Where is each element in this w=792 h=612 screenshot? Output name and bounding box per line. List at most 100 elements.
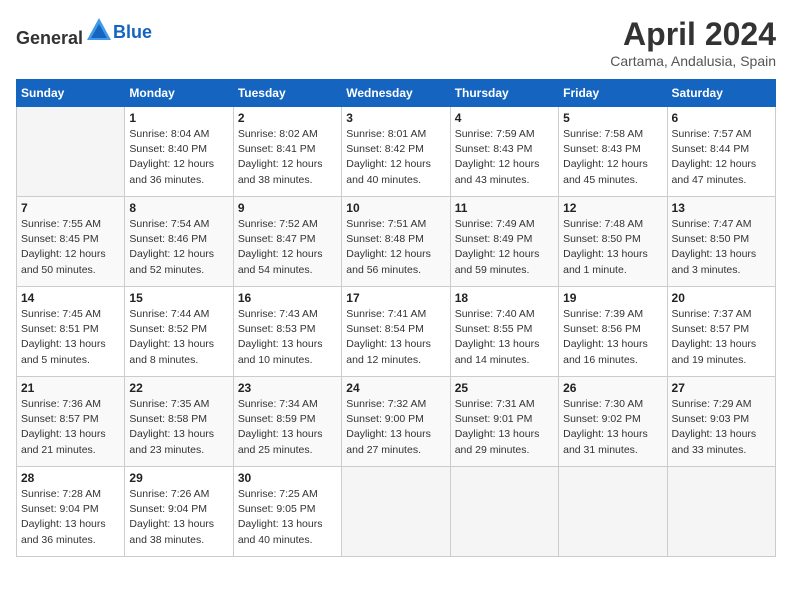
- day-info: Sunrise: 7:32 AMSunset: 9:00 PMDaylight:…: [346, 397, 445, 458]
- day-number: 2: [238, 111, 337, 125]
- calendar-cell: [17, 107, 125, 197]
- day-number: 16: [238, 291, 337, 305]
- calendar-cell: 12 Sunrise: 7:48 AMSunset: 8:50 PMDayligh…: [559, 197, 667, 287]
- calendar-cell: 28 Sunrise: 7:28 AMSunset: 9:04 PMDayligh…: [17, 467, 125, 557]
- day-info: Sunrise: 7:26 AMSunset: 9:04 PMDaylight:…: [129, 487, 228, 548]
- day-info: Sunrise: 7:57 AMSunset: 8:44 PMDaylight:…: [672, 127, 771, 188]
- calendar-cell: 22Sunrise: 7:35 AMSunset: 8:58 PMDayligh…: [125, 377, 233, 467]
- day-info: Sunrise: 8:01 AMSunset: 8:42 PMDaylight:…: [346, 127, 445, 188]
- day-info: Sunrise: 7:28 AMSunset: 9:04 PMDaylight:…: [21, 487, 120, 548]
- day-number: 1: [129, 111, 228, 125]
- calendar-cell: 29 Sunrise: 7:26 AMSunset: 9:04 PMDayligh…: [125, 467, 233, 557]
- calendar-cell: 16 Sunrise: 7:43 AMSunset: 8:53 PMDayligh…: [233, 287, 341, 377]
- day-info: Sunrise: 7:29 AMSunset: 9:03 PMDaylight:…: [672, 397, 771, 458]
- column-header-friday: Friday: [559, 80, 667, 107]
- day-info: Sunrise: 8:04 AMSunset: 8:40 PMDaylight:…: [129, 127, 228, 188]
- day-info: Sunrise: 7:40 AMSunset: 8:55 PMDaylight:…: [455, 307, 554, 368]
- day-info: Sunrise: 7:41 AMSunset: 8:54 PMDaylight:…: [346, 307, 445, 368]
- day-info: Sunrise: 7:52 AMSunset: 8:47 PMDaylight:…: [238, 217, 337, 278]
- day-number: 30: [238, 471, 337, 485]
- location-title: Cartama, Andalusia, Spain: [610, 53, 776, 69]
- day-number: 13: [672, 201, 771, 215]
- day-number: 29: [129, 471, 228, 485]
- calendar-cell: 6 Sunrise: 7:57 AMSunset: 8:44 PMDaylight…: [667, 107, 775, 197]
- week-row-5: 28 Sunrise: 7:28 AMSunset: 9:04 PMDayligh…: [17, 467, 776, 557]
- calendar-cell: 19 Sunrise: 7:39 AMSunset: 8:56 PMDayligh…: [559, 287, 667, 377]
- week-row-2: 7 Sunrise: 7:55 AMSunset: 8:45 PMDaylight…: [17, 197, 776, 287]
- calendar-header-row: SundayMondayTuesdayWednesdayThursdayFrid…: [17, 80, 776, 107]
- calendar-cell: 20 Sunrise: 7:37 AMSunset: 8:57 PMDayligh…: [667, 287, 775, 377]
- calendar-cell: [450, 467, 558, 557]
- day-number: 7: [21, 201, 120, 215]
- calendar-cell: 18 Sunrise: 7:40 AMSunset: 8:55 PMDayligh…: [450, 287, 558, 377]
- day-info: Sunrise: 7:43 AMSunset: 8:53 PMDaylight:…: [238, 307, 337, 368]
- calendar-cell: 9 Sunrise: 7:52 AMSunset: 8:47 PMDaylight…: [233, 197, 341, 287]
- day-info: Sunrise: 7:39 AMSunset: 8:56 PMDaylight:…: [563, 307, 662, 368]
- calendar-table: SundayMondayTuesdayWednesdayThursdayFrid…: [16, 79, 776, 557]
- calendar-cell: 23 Sunrise: 7:34 AMSunset: 8:59 PMDayligh…: [233, 377, 341, 467]
- logo-icon: [85, 16, 113, 44]
- title-block: April 2024 Cartama, Andalusia, Spain: [610, 16, 776, 69]
- day-info: Sunrise: 7:25 AMSunset: 9:05 PMDaylight:…: [238, 487, 337, 548]
- day-info: Sunrise: 8:02 AMSunset: 8:41 PMDaylight:…: [238, 127, 337, 188]
- day-number: 26: [563, 381, 662, 395]
- calendar-cell: 11 Sunrise: 7:49 AMSunset: 8:49 PMDayligh…: [450, 197, 558, 287]
- day-number: 14: [21, 291, 120, 305]
- week-row-3: 14Sunrise: 7:45 AMSunset: 8:51 PMDayligh…: [17, 287, 776, 377]
- calendar-cell: 2 Sunrise: 8:02 AMSunset: 8:41 PMDaylight…: [233, 107, 341, 197]
- page-header: General Blue April 2024 Cartama, Andalus…: [16, 16, 776, 69]
- day-number: 10: [346, 201, 445, 215]
- day-info: Sunrise: 7:34 AMSunset: 8:59 PMDaylight:…: [238, 397, 337, 458]
- day-number: 28: [21, 471, 120, 485]
- day-number: 11: [455, 201, 554, 215]
- day-number: 8: [129, 201, 228, 215]
- calendar-cell: 7 Sunrise: 7:55 AMSunset: 8:45 PMDaylight…: [17, 197, 125, 287]
- day-info: Sunrise: 7:59 AMSunset: 8:43 PMDaylight:…: [455, 127, 554, 188]
- calendar-cell: 13 Sunrise: 7:47 AMSunset: 8:50 PMDayligh…: [667, 197, 775, 287]
- calendar-cell: 4Sunrise: 7:59 AMSunset: 8:43 PMDaylight…: [450, 107, 558, 197]
- calendar-cell: 8 Sunrise: 7:54 AMSunset: 8:46 PMDaylight…: [125, 197, 233, 287]
- day-number: 6: [672, 111, 771, 125]
- calendar-cell: 26 Sunrise: 7:30 AMSunset: 9:02 PMDayligh…: [559, 377, 667, 467]
- calendar-cell: 30 Sunrise: 7:25 AMSunset: 9:05 PMDayligh…: [233, 467, 341, 557]
- day-info: Sunrise: 7:51 AMSunset: 8:48 PMDaylight:…: [346, 217, 445, 278]
- day-number: 22: [129, 381, 228, 395]
- calendar-cell: [342, 467, 450, 557]
- day-info: Sunrise: 7:55 AMSunset: 8:45 PMDaylight:…: [21, 217, 120, 278]
- column-header-tuesday: Tuesday: [233, 80, 341, 107]
- calendar-cell: 1 Sunrise: 8:04 AMSunset: 8:40 PMDaylight…: [125, 107, 233, 197]
- calendar-cell: 17 Sunrise: 7:41 AMSunset: 8:54 PMDayligh…: [342, 287, 450, 377]
- calendar-cell: 14Sunrise: 7:45 AMSunset: 8:51 PMDayligh…: [17, 287, 125, 377]
- day-info: Sunrise: 7:49 AMSunset: 8:49 PMDaylight:…: [455, 217, 554, 278]
- column-header-thursday: Thursday: [450, 80, 558, 107]
- month-title: April 2024: [610, 16, 776, 53]
- column-header-sunday: Sunday: [17, 80, 125, 107]
- day-number: 3: [346, 111, 445, 125]
- day-number: 12: [563, 201, 662, 215]
- day-number: 27: [672, 381, 771, 395]
- calendar-cell: 27 Sunrise: 7:29 AMSunset: 9:03 PMDayligh…: [667, 377, 775, 467]
- day-number: 25: [455, 381, 554, 395]
- calendar-cell: 5Sunrise: 7:58 AMSunset: 8:43 PMDaylight…: [559, 107, 667, 197]
- week-row-4: 21Sunrise: 7:36 AMSunset: 8:57 PMDayligh…: [17, 377, 776, 467]
- day-number: 19: [563, 291, 662, 305]
- day-number: 24: [346, 381, 445, 395]
- logo-text-general: General: [16, 28, 83, 48]
- day-info: Sunrise: 7:48 AMSunset: 8:50 PMDaylight:…: [563, 217, 662, 278]
- week-row-1: 1 Sunrise: 8:04 AMSunset: 8:40 PMDaylight…: [17, 107, 776, 197]
- day-number: 17: [346, 291, 445, 305]
- calendar-cell: 15Sunrise: 7:44 AMSunset: 8:52 PMDayligh…: [125, 287, 233, 377]
- day-info: Sunrise: 7:54 AMSunset: 8:46 PMDaylight:…: [129, 217, 228, 278]
- day-number: 15: [129, 291, 228, 305]
- day-number: 20: [672, 291, 771, 305]
- day-info: Sunrise: 7:31 AMSunset: 9:01 PMDaylight:…: [455, 397, 554, 458]
- logo: General Blue: [16, 16, 152, 49]
- day-number: 18: [455, 291, 554, 305]
- day-number: 9: [238, 201, 337, 215]
- day-info: Sunrise: 7:37 AMSunset: 8:57 PMDaylight:…: [672, 307, 771, 368]
- day-info: Sunrise: 7:36 AMSunset: 8:57 PMDaylight:…: [21, 397, 120, 458]
- day-info: Sunrise: 7:47 AMSunset: 8:50 PMDaylight:…: [672, 217, 771, 278]
- day-number: 23: [238, 381, 337, 395]
- day-info: Sunrise: 7:30 AMSunset: 9:02 PMDaylight:…: [563, 397, 662, 458]
- calendar-cell: 3 Sunrise: 8:01 AMSunset: 8:42 PMDaylight…: [342, 107, 450, 197]
